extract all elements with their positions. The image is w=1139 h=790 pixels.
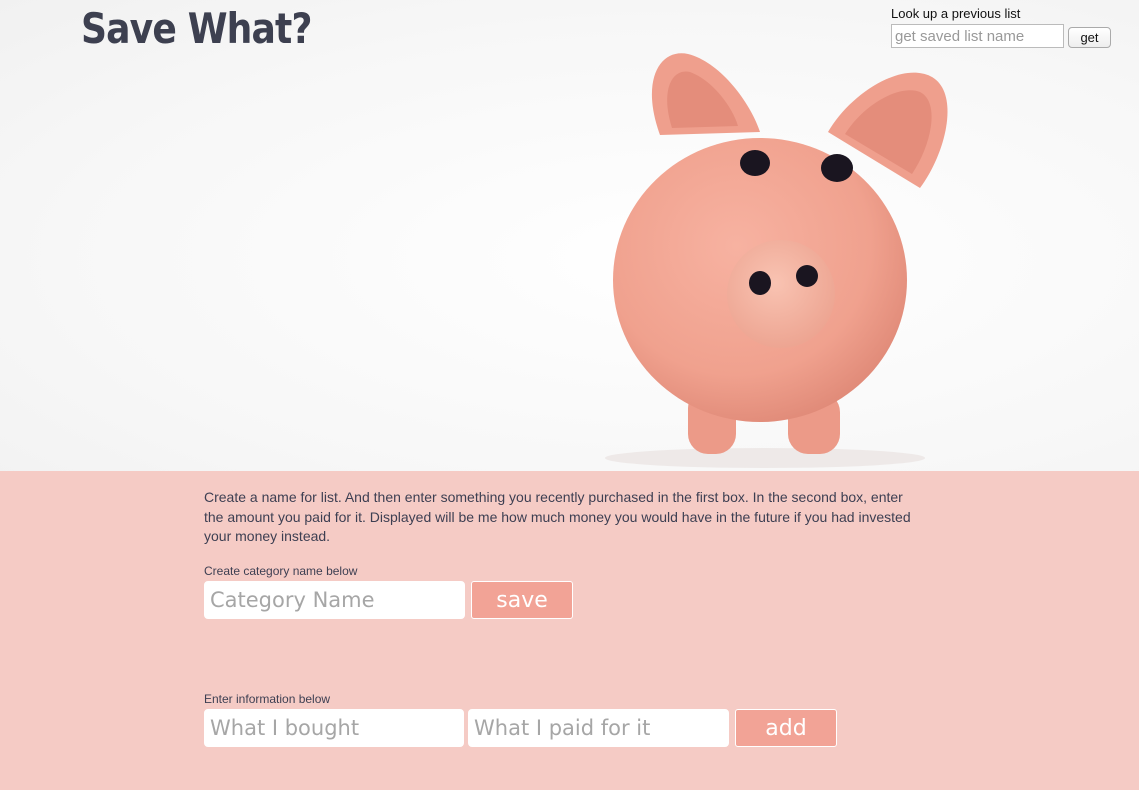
- piggy-bank-image: [605, 53, 948, 468]
- page-title: Save What?: [81, 4, 312, 53]
- intro-text: Create a name for list. And then enter s…: [204, 489, 911, 544]
- category-name-input[interactable]: [204, 581, 465, 619]
- lookup-label: Look up a previous list: [891, 6, 1021, 21]
- get-button[interactable]: get: [1068, 26, 1111, 48]
- form-panel: Create a name for list. And then enter s…: [0, 471, 1139, 790]
- save-button[interactable]: save: [471, 581, 573, 619]
- entry-label: Enter information below: [204, 692, 331, 706]
- add-button[interactable]: add: [735, 709, 837, 747]
- item-bought-input[interactable]: [204, 709, 464, 747]
- saved-list-name-input[interactable]: [891, 24, 1064, 48]
- category-label: Create category name below: [204, 564, 358, 578]
- lookup-row: get: [891, 24, 1121, 48]
- amount-paid-input[interactable]: [468, 709, 729, 747]
- lookup-form: Look up a previous list get: [891, 6, 1121, 48]
- hero-banner: Save What? Look up a previous list get: [0, 0, 1139, 471]
